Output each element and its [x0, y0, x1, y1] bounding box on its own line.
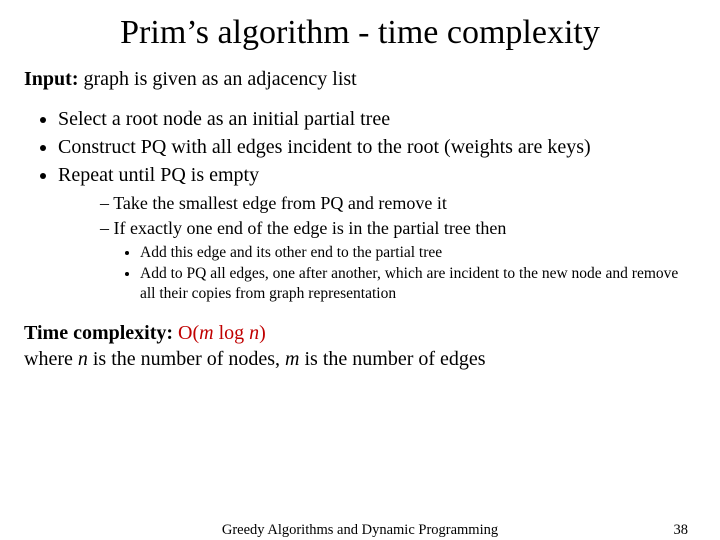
inner-list: Add this edge and its other end to the p…: [100, 243, 696, 304]
list-item: Repeat until PQ is empty Take the smalle…: [58, 162, 696, 304]
m-var: m: [285, 348, 304, 370]
m-var: m: [199, 322, 218, 344]
slide-body: Input: graph is given as an adjacency li…: [24, 66, 696, 372]
list-item: Add this edge and its other end to the p…: [140, 243, 696, 263]
loop-list: Take the smallest edge from PQ and remov…: [58, 192, 696, 304]
list-item: If exactly one end of the edge is in the…: [100, 217, 696, 304]
list-item: Add to PQ all edges, one after another, …: [140, 264, 696, 304]
list-item-text: If exactly one end of the edge is in the…: [114, 218, 507, 238]
list-item: Take the smallest edge from PQ and remov…: [100, 192, 696, 215]
complexity-value: O(m log n): [178, 322, 266, 344]
steps-list: Select a root node as an initial partial…: [24, 106, 696, 304]
n-var: n: [249, 322, 259, 344]
complexity-where: where n is the number of nodes, m is the…: [24, 346, 696, 372]
input-text: graph is given as an adjacency list: [78, 68, 356, 90]
where-text: where: [24, 348, 78, 370]
where-text: is the number of edges: [305, 348, 486, 370]
footer-text: Greedy Algorithms and Dynamic Programmin…: [0, 522, 720, 539]
complexity-label: Time complexity:: [24, 322, 178, 344]
complexity-line: Time complexity: O(m log n): [24, 320, 696, 346]
where-text: is the number of nodes,: [88, 348, 285, 370]
input-label: Input:: [24, 68, 78, 90]
o-open: O(: [178, 322, 199, 344]
page-number: 38: [674, 522, 689, 539]
list-item: Construct PQ with all edges incident to …: [58, 134, 696, 160]
log-text: log: [219, 322, 250, 344]
o-close: ): [259, 322, 266, 344]
list-item: Select a root node as an initial partial…: [58, 106, 696, 132]
n-var: n: [78, 348, 88, 370]
complexity-block: Time complexity: O(m log n) where n is t…: [24, 320, 696, 372]
slide-title: Prim’s algorithm - time complexity: [24, 14, 696, 52]
input-line: Input: graph is given as an adjacency li…: [24, 66, 696, 92]
list-item-text: Repeat until PQ is empty: [58, 164, 259, 186]
